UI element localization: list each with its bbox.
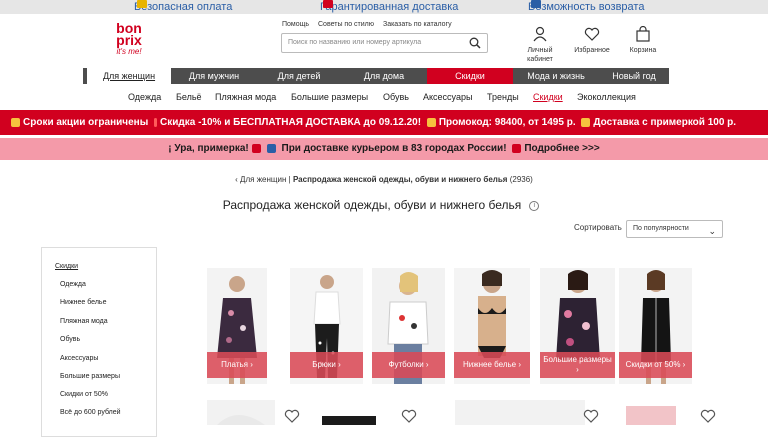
category-tile-sale-50[interactable]: Скидки от 50% › [619,268,692,384]
category-tile-trousers[interactable]: Брюки › [290,268,363,384]
info-icon[interactable]: i [529,200,540,211]
favorite-heart-icon[interactable] [700,408,716,424]
top-benefits-bar: Безопасная оплата Гарантированная достав… [0,0,768,14]
sidebar-item-lingerie[interactable]: Нижнее белье [60,299,106,306]
sidebar-item-sale-50[interactable]: Скидки от 50% [60,391,108,398]
category-tile-lingerie[interactable]: Нижнее белье › [454,268,530,384]
result-count: (2936) [509,175,533,184]
promo-banner-sale[interactable]: Сроки акции ограничены Скидка -10% и БЕС… [0,110,768,135]
truck-icon [581,117,591,127]
style-tips-link[interactable]: Советы по стилю [318,21,374,28]
product-card[interactable] [318,400,380,425]
nav-sale[interactable]: Скидки [427,68,513,84]
truck-icon [512,143,522,153]
nav-new-year[interactable]: Новый год [599,68,669,84]
bonprix-logo[interactable]: bon prix it's me! [109,21,149,58]
sidebar-heading-sale[interactable]: Скидки [55,263,78,270]
box-icon [531,0,541,8]
sidebar-item-plus-size[interactable]: Большие размеры [60,373,120,380]
breadcrumb: ‹ Для женщин | Распродажа женской одежды… [235,175,533,184]
category-label: Большие размеры › [540,352,615,378]
nav-men[interactable]: Для мужчин [171,68,257,84]
category-tile-dresses[interactable]: Платья › [207,268,267,384]
search-icon[interactable] [469,37,481,49]
favorite-heart-icon[interactable] [284,408,300,424]
jeans-icon [266,143,276,153]
category-label: Футболки › [372,352,445,378]
subnav-plus-size[interactable]: Большие размеры [291,92,368,102]
category-tile-tshirts[interactable]: Футболки › [372,268,445,384]
product-image [626,406,676,425]
category-label: Нижнее белье › [454,352,530,378]
product-card[interactable] [455,400,585,425]
subnav-shoes[interactable]: Обувь [383,92,409,102]
sort-select[interactable]: По популярности ⌄ [626,220,723,238]
category-label: Скидки от 50% › [619,352,692,378]
chevron-down-icon: ⌄ [708,226,716,236]
page-title: Распродажа женской одежды, обуви и нижне… [0,198,762,212]
site-header: bon prix it's me! Помощь Советы по стилю… [0,14,768,68]
nav-home[interactable]: Для дома [341,68,427,84]
cart-button[interactable]: Корзина [623,26,663,55]
subnav-accessories[interactable]: Аксессуары [423,92,472,102]
sidebar-item-shoes[interactable]: Обувь [60,336,80,343]
breadcrumb-back-link[interactable]: ‹ Для женщин [235,175,286,184]
category-tile-plus-size[interactable]: Большие размеры › [540,268,615,384]
nav-fashion-life[interactable]: Мода и жизнь [513,68,599,84]
subnav-lingerie[interactable]: Бельё [176,92,202,102]
subnav-trends[interactable]: Тренды [487,92,519,102]
product-card[interactable] [207,400,275,425]
header-links: Помощь Советы по стилю Заказать по катал… [282,21,459,28]
subnav-clothing[interactable]: Одежда [128,92,161,102]
heart-icon [584,27,600,41]
alarm-icon [11,117,20,127]
sidebar-item-beachwear[interactable]: Пляжная мода [60,318,108,325]
user-icon [533,26,547,42]
megaphone-icon [426,117,436,127]
nav-kids[interactable]: Для детей [257,68,341,84]
favorites-button[interactable]: Избранное [572,26,612,55]
main-nav: Для женщин Для мужчин Для детей Для дома… [83,68,669,84]
product-card[interactable] [620,400,682,425]
subnav-beachwear[interactable]: Пляжная мода [215,92,276,102]
product-image [217,415,265,425]
promo-banner-fitting[interactable]: ¡ Ура, примерка! При доставке курьером в… [0,138,768,160]
card-icon [137,0,147,8]
breadcrumb-current: Распродажа женской одежды, обуви и нижне… [292,175,508,184]
sort-label: Сортировать [574,223,622,232]
exclamation-icon [154,117,158,127]
sidebar-item-accessories[interactable]: Аксессуары [60,355,98,362]
shopping-bag-icon [636,26,650,42]
sidebar-item-under-600[interactable]: Всё до 600 рублей [60,409,121,416]
favorite-heart-icon[interactable] [583,408,599,424]
catalog-order-link[interactable]: Заказать по каталогу [383,21,452,28]
category-label: Платья › [207,352,267,378]
subnav-eco[interactable]: Экоколлекция [577,92,636,102]
account-button[interactable]: Личный кабинет [520,26,560,64]
sidebar-item-clothing[interactable]: Одежда [60,281,86,288]
dress-icon [251,143,261,153]
category-sidebar: Скидки Одежда Нижнее белье Пляжная мода … [41,247,157,437]
subnav-sale[interactable]: Скидки [533,92,563,102]
nav-women[interactable]: Для женщин [87,68,171,84]
category-label: Брюки › [290,352,363,378]
product-image [322,416,376,425]
favorite-heart-icon[interactable] [401,408,417,424]
search-input[interactable]: Поиск по названию или номеру артикула [281,33,488,53]
help-link[interactable]: Помощь [282,21,309,28]
truck-icon [323,0,333,8]
